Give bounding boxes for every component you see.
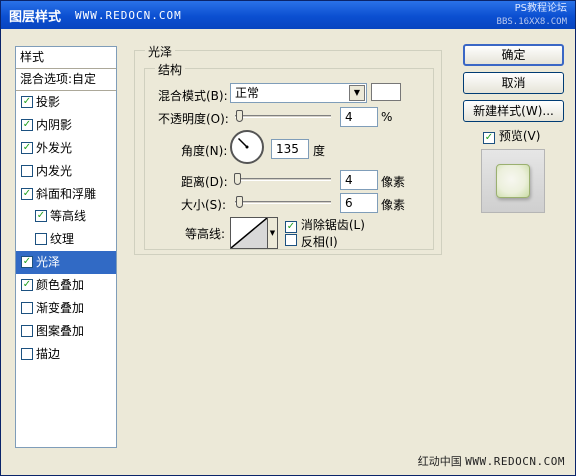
- footer-url: WWW.REDOCN.COM: [465, 455, 565, 468]
- style-item-label: 斜面和浮雕: [36, 186, 97, 201]
- style-list-panel: 样式 混合选项:自定 ✓ 投影 ✓ 内阴影 ✓ 外发光 内发光 ✓ 斜面和浮雕 ✓ 等高线 纹理 ✓ 光泽…: [15, 46, 117, 448]
- style-item-3[interactable]: 内发光: [16, 160, 116, 183]
- invert-label: 反相(I): [300, 235, 338, 249]
- style-item-6[interactable]: 纹理: [16, 228, 116, 251]
- style-item-checkbox[interactable]: [21, 164, 33, 177]
- style-item-label: 描边: [36, 346, 61, 361]
- blend-mode-label: 混合模式(B):: [158, 89, 228, 103]
- invert-row[interactable]: 反相(I): [285, 233, 338, 250]
- angle-input[interactable]: 135: [271, 139, 309, 159]
- size-input[interactable]: 6: [340, 193, 378, 213]
- opacity-slider-track[interactable]: [235, 115, 331, 118]
- style-item-2[interactable]: ✓ 外发光: [16, 137, 116, 160]
- contour-curve-icon: [230, 217, 268, 249]
- styles-header[interactable]: 样式: [16, 47, 116, 69]
- style-item-label: 内发光: [36, 163, 73, 178]
- chevron-down-icon[interactable]: ▼: [349, 85, 365, 101]
- style-item-label: 外发光: [36, 140, 73, 155]
- style-item-checkbox[interactable]: ✓: [21, 279, 33, 292]
- style-item-checkbox[interactable]: ✓: [35, 210, 47, 223]
- size-label: 大小(S):: [181, 198, 227, 212]
- style-item-checkbox[interactable]: [21, 324, 33, 337]
- angle-dial[interactable]: [230, 130, 264, 164]
- style-item-0[interactable]: ✓ 投影: [16, 91, 116, 114]
- invert-checkbox[interactable]: [285, 234, 297, 246]
- style-items-list: ✓ 投影 ✓ 内阴影 ✓ 外发光 内发光 ✓ 斜面和浮雕 ✓ 等高线 纹理 ✓ 光泽 ✓ 颜色叠加 渐变叠加 图案…: [16, 91, 116, 366]
- opacity-slider-thumb[interactable]: [236, 110, 243, 122]
- new-style-button[interactable]: 新建样式(W)...: [463, 100, 564, 122]
- satin-group-title: 光泽: [145, 43, 176, 60]
- style-item-8[interactable]: ✓ 颜色叠加: [16, 274, 116, 297]
- style-item-label: 渐变叠加: [36, 301, 85, 316]
- antialias-row[interactable]: ✓ 消除锯齿(L): [285, 216, 365, 233]
- window-title: 图层样式: [9, 10, 62, 25]
- style-item-label: 纹理: [50, 232, 75, 247]
- preview-row[interactable]: ✓ 预览(V): [483, 127, 540, 144]
- antialias-label: 消除锯齿(L): [300, 218, 365, 232]
- size-slider-track[interactable]: [235, 201, 331, 204]
- angle-label: 角度(N):: [181, 144, 228, 158]
- style-item-label: 等高线: [50, 209, 87, 224]
- antialias-checkbox[interactable]: ✓: [285, 221, 297, 233]
- style-item-checkbox[interactable]: [35, 233, 47, 246]
- style-item-checkbox[interactable]: ✓: [21, 141, 33, 154]
- opacity-label: 不透明度(O):: [158, 112, 229, 126]
- footer-site-name: 红动中国: [417, 455, 462, 468]
- style-item-9[interactable]: 渐变叠加: [16, 297, 116, 320]
- style-item-5[interactable]: ✓ 等高线: [16, 205, 116, 228]
- style-item-checkbox[interactable]: ✓: [21, 187, 33, 200]
- title-bar[interactable]: 图层样式 WWW.REDOCN.COM PS教程论坛 BBS.16XX8.COM: [1, 1, 575, 29]
- ok-button[interactable]: 确定: [463, 44, 564, 66]
- size-slider-thumb[interactable]: [236, 196, 243, 208]
- style-item-4[interactable]: ✓ 斜面和浮雕: [16, 183, 116, 206]
- title-watermark-cn: PS教程论坛: [514, 3, 567, 14]
- opacity-input[interactable]: 4: [340, 107, 378, 127]
- style-item-checkbox[interactable]: [21, 302, 33, 315]
- style-item-checkbox[interactable]: [21, 347, 33, 360]
- angle-unit: 度: [313, 144, 326, 158]
- title-url-watermark: WWW.REDOCN.COM: [75, 9, 182, 22]
- style-item-label: 投影: [36, 95, 61, 109]
- structure-group-title: 结构: [155, 61, 186, 78]
- distance-unit: 像素: [381, 175, 406, 189]
- style-item-checkbox[interactable]: ✓: [21, 256, 33, 269]
- blend-mode-value: 正常: [235, 86, 260, 100]
- style-item-label: 内阴影: [36, 117, 73, 132]
- title-watermark-url: BBS.16XX8.COM: [496, 17, 567, 27]
- opacity-value: 4: [345, 110, 353, 124]
- preview-square: [496, 164, 530, 198]
- style-item-10[interactable]: 图案叠加: [16, 320, 116, 343]
- opacity-unit: %: [381, 110, 393, 124]
- blend-options-item[interactable]: 混合选项:自定: [16, 69, 116, 91]
- footer-watermark: 红动中国 WWW.REDOCN.COM: [418, 453, 565, 469]
- blend-mode-select[interactable]: 正常 ▼: [230, 83, 367, 103]
- style-item-11[interactable]: 描边: [16, 343, 116, 366]
- contour-picker[interactable]: [230, 217, 268, 249]
- style-item-checkbox[interactable]: ✓: [21, 118, 33, 131]
- style-preview-thumbnail: [481, 149, 545, 213]
- style-item-checkbox[interactable]: ✓: [21, 96, 33, 108]
- size-unit: 像素: [381, 198, 406, 212]
- preview-checkbox[interactable]: ✓: [483, 132, 495, 144]
- contour-dropdown-arrow[interactable]: ▼: [268, 217, 278, 249]
- style-item-label: 图案叠加: [36, 323, 85, 338]
- angle-needle-icon: [237, 137, 249, 149]
- distance-value: 4: [345, 173, 353, 187]
- size-value: 6: [345, 196, 353, 210]
- style-item-label: 颜色叠加: [36, 278, 85, 293]
- preview-label: 预览(V): [498, 129, 541, 143]
- layer-style-dialog: 图层样式 WWW.REDOCN.COM PS教程论坛 BBS.16XX8.COM…: [0, 0, 576, 476]
- satin-color-swatch[interactable]: [371, 83, 401, 101]
- style-item-1[interactable]: ✓ 内阴影: [16, 114, 116, 137]
- distance-slider-track[interactable]: [235, 178, 331, 181]
- style-item-label: 光泽: [36, 255, 61, 270]
- distance-slider-thumb[interactable]: [234, 173, 241, 185]
- distance-input[interactable]: 4: [340, 170, 378, 190]
- style-item-7[interactable]: ✓ 光泽: [16, 251, 116, 275]
- cancel-button[interactable]: 取消: [463, 72, 564, 94]
- angle-value: 135: [276, 142, 299, 156]
- distance-label: 距离(D):: [181, 175, 228, 189]
- contour-label: 等高线:: [185, 227, 226, 241]
